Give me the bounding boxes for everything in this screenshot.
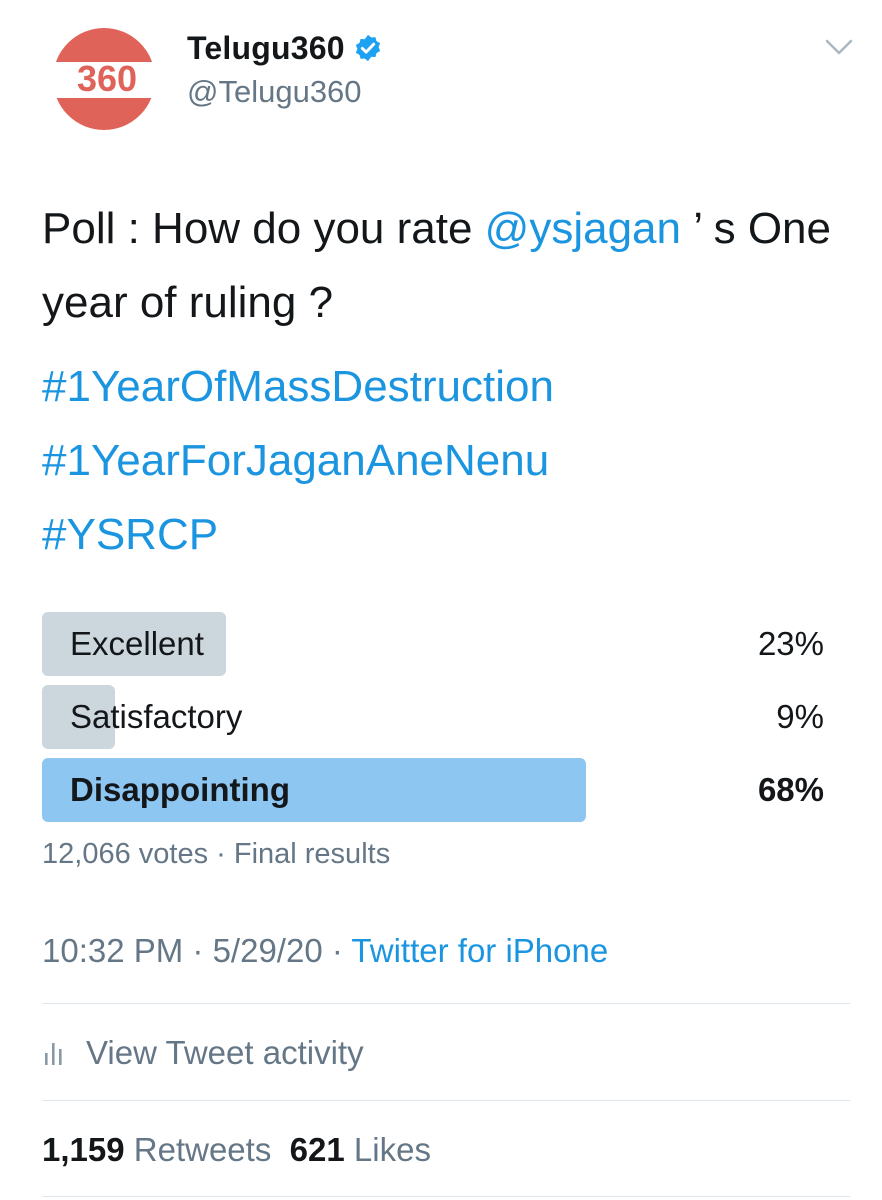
poll-option-percent: 68%: [757, 771, 824, 808]
hashtag-link[interactable]: #YSRCP: [42, 498, 554, 572]
poll-option-percent: 23%: [757, 625, 824, 662]
view-activity-button[interactable]: View Tweet activity: [42, 1030, 364, 1076]
avatar-logo-text: 360: [77, 58, 137, 99]
divider: [42, 1196, 850, 1197]
poll-option: Disappointing 68%: [42, 758, 824, 822]
divider: [42, 1003, 850, 1004]
retweets-stat[interactable]: 1,159 Retweets: [42, 1131, 271, 1168]
poll-summary: 12,066 votes · Final results: [42, 838, 391, 870]
likes-count: 621: [289, 1131, 345, 1168]
hashtag-list: #1YearOfMassDestruction #1YearForJaganAn…: [42, 350, 554, 572]
retweets-label: Retweets: [133, 1131, 272, 1168]
poll-option-label: Satisfactory: [70, 698, 243, 735]
mention-link[interactable]: @ysjagan: [485, 204, 681, 253]
poll-votes: 12,066 votes: [42, 838, 209, 870]
chevron-down-icon[interactable]: [824, 36, 854, 58]
tweet-meta: 10:32 PM · 5/29/20 · Twitter for iPhone: [42, 932, 609, 969]
avatar[interactable]: 360: [41, 28, 169, 130]
divider: [42, 1100, 850, 1101]
poll-option-percent: 9%: [776, 698, 824, 735]
retweets-count: 1,159: [42, 1131, 125, 1168]
poll-option: Satisfactory 9%: [42, 685, 824, 749]
bar-chart-icon: [45, 1043, 62, 1065]
likes-label: Likes: [353, 1131, 431, 1168]
tweet-time[interactable]: 10:32 PM: [42, 932, 183, 969]
display-name[interactable]: Telugu360: [187, 30, 345, 67]
poll-option-label: Excellent: [70, 625, 204, 662]
name-row: Telugu360: [187, 28, 383, 68]
poll-option: Excellent 23%: [42, 612, 824, 676]
tweet-text-before: Poll : How do you rate: [42, 204, 485, 253]
tweet-stats: 1,159 Retweets 621 Likes: [42, 1127, 431, 1173]
poll-status: Final results: [233, 838, 391, 870]
tweet-date[interactable]: 5/29/20: [213, 932, 323, 969]
verified-badge-icon: [355, 34, 380, 62]
poll-option-label: Disappointing: [70, 771, 290, 808]
hashtag-link[interactable]: #1YearForJaganAneNenu: [42, 424, 554, 498]
tweet-source-link[interactable]: Twitter for iPhone: [351, 932, 608, 969]
likes-stat[interactable]: 621 Likes: [290, 1131, 431, 1168]
hashtag-link[interactable]: #1YearOfMassDestruction: [42, 350, 554, 424]
view-activity-label: View Tweet activity: [86, 1034, 364, 1071]
tweet-text: Poll : How do you rate @ysjagan ’ s One …: [42, 192, 842, 340]
user-handle[interactable]: @Telugu360: [187, 74, 362, 110]
